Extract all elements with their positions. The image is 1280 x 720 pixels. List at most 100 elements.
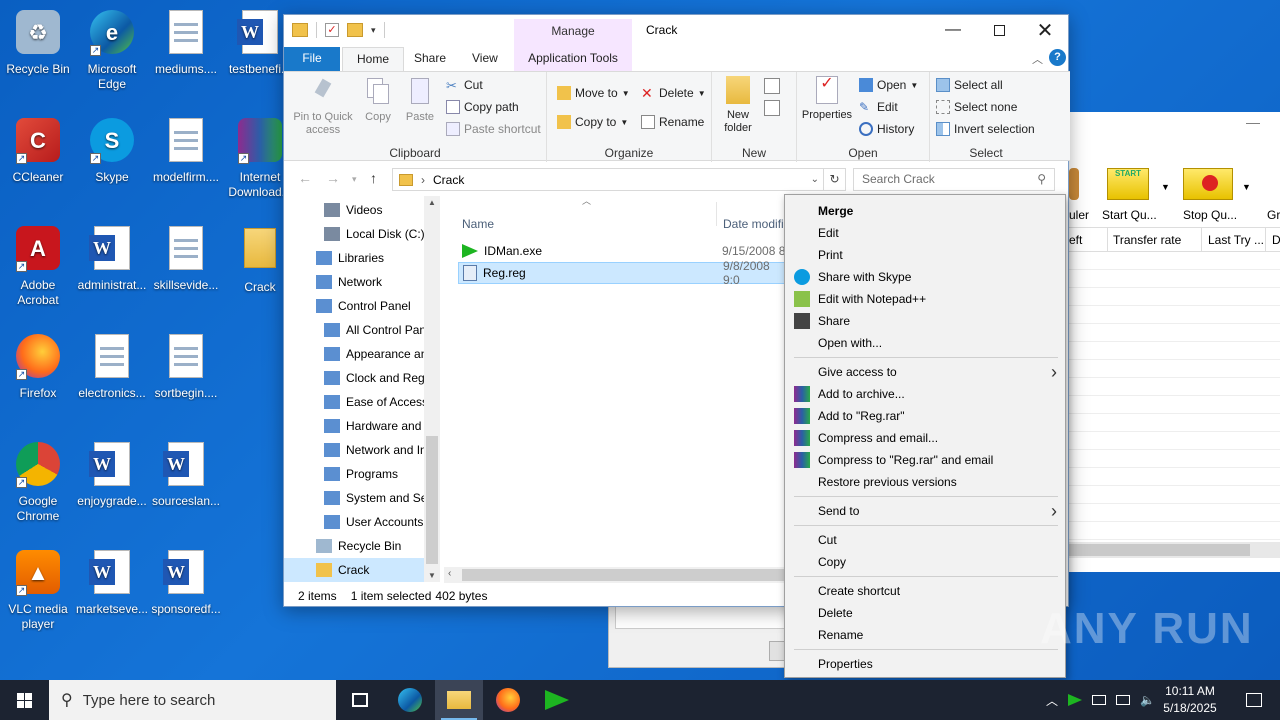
menu-item[interactable]: Give access to › xyxy=(785,361,1065,383)
action-center-button[interactable] xyxy=(1230,680,1278,720)
move-to-button[interactable]: Move to ▼ xyxy=(557,86,630,100)
desktop-icon-skype[interactable]: S ↗ Skype xyxy=(74,116,150,185)
column-date-modified[interactable]: Date modifi xyxy=(723,217,784,231)
hscroll-thumb[interactable] xyxy=(462,569,784,581)
clock[interactable]: 10:11 AM 5/18/2025 xyxy=(1160,683,1220,717)
minimize-icon[interactable]: — xyxy=(1246,114,1260,130)
desktop-icon-firefox[interactable]: ↗ Firefox xyxy=(0,332,76,401)
copy-to-button[interactable]: Copy to ▼ xyxy=(557,115,628,129)
maximize-button[interactable] xyxy=(976,15,1022,45)
desktop-icon-chrome[interactable]: ↗ Google Chrome xyxy=(0,440,76,524)
tab-share[interactable]: Share xyxy=(400,47,460,71)
desktop-icon-word[interactable]: Wsponsoredf... xyxy=(148,548,224,617)
customize-qat-icon[interactable]: ▾ xyxy=(371,25,376,36)
address-dropdown-icon[interactable]: ⌄ xyxy=(811,174,819,185)
desktop-icon-acrobat[interactable]: A ↗ Adobe Acrobat xyxy=(0,224,76,308)
select-all-button[interactable]: Select all xyxy=(936,78,1003,92)
column-transfer-rate[interactable]: Transfer rate xyxy=(1113,233,1181,247)
desktop-icon-word[interactable]: Wsourceslan... xyxy=(148,440,224,509)
help-icon[interactable]: ? xyxy=(1049,49,1066,66)
idm-btn-stop-queue[interactable]: Stop Qu... xyxy=(1183,208,1237,222)
idm-download-list[interactable] xyxy=(1069,252,1280,542)
idm-btn-grabber[interactable]: Gr xyxy=(1267,208,1280,222)
easy-access-icon[interactable] xyxy=(764,100,780,116)
nav-item[interactable]: Hardware and Sound xyxy=(284,414,424,438)
task-view-button[interactable] xyxy=(336,680,384,720)
menu-item[interactable]: Add to archive... xyxy=(785,383,1065,405)
desktop-icon-vlc[interactable]: ▲ ↗ VLC media player xyxy=(0,548,76,632)
desktop-icon-doc[interactable]: sortbegin.... xyxy=(148,332,224,401)
desktop-icon-word[interactable]: Wenjoygrade... xyxy=(74,440,150,509)
nav-item[interactable]: Control Panel xyxy=(284,294,424,318)
paste-shortcut-button[interactable]: Paste shortcut xyxy=(446,122,541,136)
menu-item[interactable]: Edit with Notepad++ xyxy=(785,288,1065,310)
battery-icon[interactable] xyxy=(1092,695,1107,705)
idm-hscroll[interactable] xyxy=(1069,542,1280,558)
select-none-button[interactable]: Select none xyxy=(936,100,1017,114)
menu-item[interactable]: Share xyxy=(785,310,1065,332)
menu-item[interactable]: Cut xyxy=(785,529,1065,551)
pin-quick-access-button[interactable]: Pin to Quick access xyxy=(290,76,356,137)
network-icon[interactable] xyxy=(1116,695,1131,705)
menu-item[interactable]: Share with Skype xyxy=(785,266,1065,288)
nav-item[interactable]: Videos xyxy=(284,198,424,222)
column-name[interactable]: Name xyxy=(462,217,494,231)
desktop-icon-recycle[interactable]: ♻ Recycle Bin xyxy=(0,8,76,77)
desktop-icon-word[interactable]: Wadministrat... xyxy=(74,224,150,293)
new-folder-button[interactable]: New folder xyxy=(716,76,760,135)
nav-item[interactable]: All Control Panel Items xyxy=(284,318,424,342)
taskbar-file-explorer[interactable] xyxy=(435,680,483,720)
address-bar[interactable]: › Crack ⌄ xyxy=(392,168,824,191)
menu-item[interactable]: Create shortcut xyxy=(785,580,1065,602)
menu-item[interactable]: Print xyxy=(785,244,1065,266)
column-description[interactable]: D xyxy=(1272,233,1280,247)
scroll-down-icon[interactable]: ▼ xyxy=(428,571,436,580)
edit-button[interactable]: ✎ Edit xyxy=(859,100,898,114)
taskbar-idm[interactable] xyxy=(533,680,581,720)
desktop-icon-doc[interactable]: modelfirm.... xyxy=(148,116,224,185)
recent-locations-icon[interactable]: ▾ xyxy=(352,174,357,185)
open-button[interactable]: Open ▼ xyxy=(859,78,918,92)
nav-item[interactable]: Recycle Bin xyxy=(284,534,424,558)
menu-item[interactable]: Copy xyxy=(785,551,1065,573)
scroll-up-icon[interactable]: ▲ xyxy=(428,198,436,207)
start-button[interactable] xyxy=(0,680,48,720)
tab-home[interactable]: Home xyxy=(342,47,405,71)
nav-item[interactable]: System and Security xyxy=(284,486,424,510)
dropdown-arrow-icon[interactable]: ▼ xyxy=(1161,182,1170,192)
idm-btn-start-queue[interactable]: Start Qu... xyxy=(1102,208,1157,222)
cut-button[interactable]: ✂ Cut xyxy=(446,78,483,93)
copy-path-button[interactable]: Copy path xyxy=(446,100,519,114)
desktop-icon-edge[interactable]: e ↗ Microsoft Edge xyxy=(74,8,150,92)
nav-scrollbar[interactable]: ▲ ▼ xyxy=(424,196,440,582)
menu-item[interactable]: Merge xyxy=(785,200,1065,222)
idm-btn-scheduler[interactable]: uler xyxy=(1069,208,1089,222)
desktop-icon-doc[interactable]: electronics... xyxy=(74,332,150,401)
search-input[interactable]: Search Crack ⚲ xyxy=(853,168,1055,191)
refresh-button[interactable]: ↻ xyxy=(824,168,846,191)
menu-item[interactable]: Delete xyxy=(785,602,1065,624)
invert-selection-button[interactable]: Invert selection xyxy=(936,122,1035,136)
nav-item[interactable]: User Accounts xyxy=(284,510,424,534)
menu-item[interactable]: Rename xyxy=(785,624,1065,646)
desktop-icon-doc[interactable]: mediums.... xyxy=(148,8,224,77)
file-row-reg[interactable]: Reg.reg 9/8/2008 9:0 xyxy=(458,259,788,287)
idm-tray-icon[interactable] xyxy=(1068,694,1083,706)
stop-queue-icon[interactable] xyxy=(1183,168,1233,200)
taskbar-firefox[interactable] xyxy=(484,680,532,720)
properties-button[interactable]: ✓ Properties xyxy=(799,76,855,122)
taskbar-edge[interactable] xyxy=(386,680,434,720)
menu-item[interactable]: Properties xyxy=(785,653,1065,675)
collapse-ribbon-icon[interactable]: ︿ xyxy=(1032,51,1043,67)
taskbar-search[interactable]: ⚲ Type here to search xyxy=(49,680,336,720)
new-folder-icon[interactable] xyxy=(347,23,363,37)
nav-item[interactable]: Crack xyxy=(284,558,424,582)
new-item-icon[interactable] xyxy=(764,78,780,94)
properties-check-icon[interactable]: ✓ xyxy=(325,23,339,37)
scroll-thumb[interactable] xyxy=(426,436,438,564)
nav-item[interactable]: Libraries xyxy=(284,246,424,270)
menu-item[interactable]: Restore previous versions xyxy=(785,471,1065,493)
menu-item[interactable]: Send to › xyxy=(785,500,1065,522)
desktop-icon-ccleaner[interactable]: C ↗ CCleaner xyxy=(0,116,76,185)
nav-item[interactable]: Clock and Region xyxy=(284,366,424,390)
